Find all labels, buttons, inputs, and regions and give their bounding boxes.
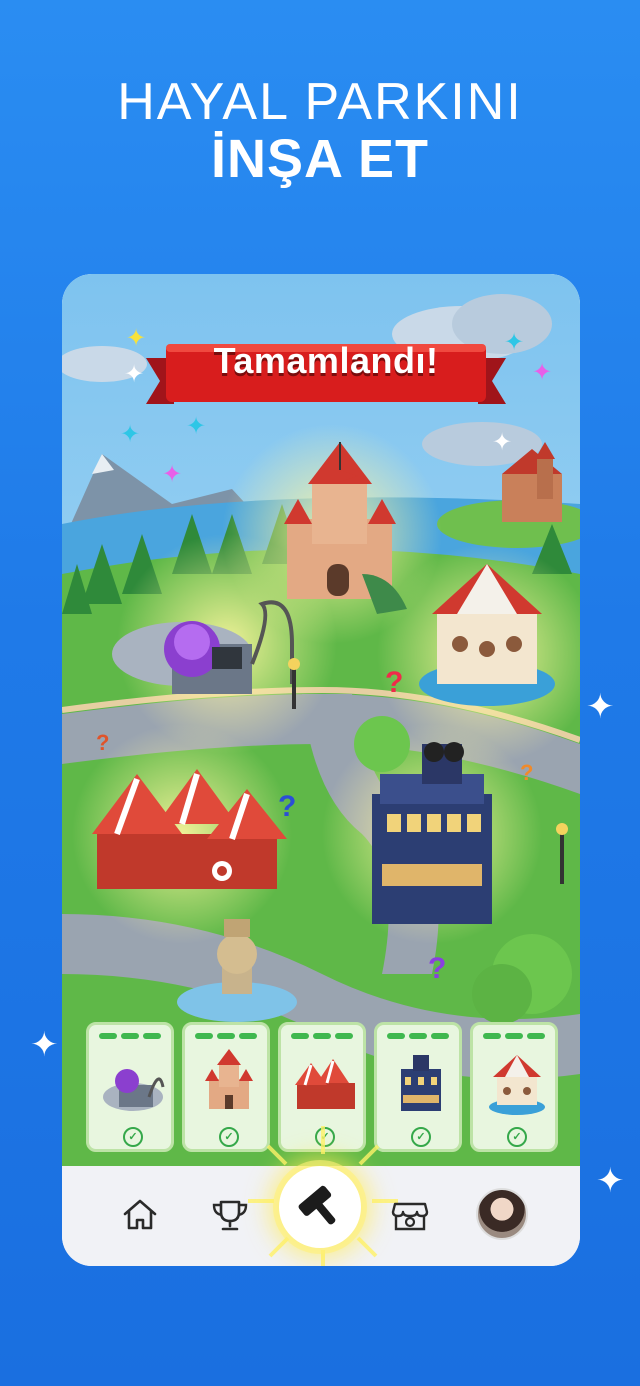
sparkle-icon: ✦	[30, 1026, 59, 1064]
svg-text:✦: ✦	[126, 324, 146, 352]
shop-icon[interactable]	[385, 1190, 435, 1240]
sparkle-icon: ✦	[596, 1162, 625, 1200]
svg-text:✦: ✦	[120, 420, 140, 448]
progress-bars	[387, 1033, 449, 1039]
progress-bars	[99, 1033, 161, 1039]
svg-text:✦: ✦	[162, 460, 182, 488]
question-mark-icon[interactable]: ?	[278, 790, 296, 824]
carousel-icon	[489, 1055, 545, 1115]
building-card-lab[interactable]: ✓	[86, 1022, 174, 1152]
sparkle-icon: ✦	[586, 688, 615, 726]
build-button[interactable]	[279, 1166, 361, 1248]
svg-text:✦: ✦	[532, 358, 552, 386]
circus-tent-icon	[295, 1059, 355, 1109]
phone-frame: ✦ ✦ ✦ ✦ ✦ ✦ ✦ ✦ Tamamlandı! ? ? ? ? ? ✓ …	[62, 274, 580, 1266]
completed-check-icon: ✓	[123, 1127, 143, 1147]
completed-banner-text: Tamamlandı!	[213, 340, 439, 381]
completed-check-icon: ✓	[411, 1127, 431, 1147]
question-mark-icon[interactable]: ?	[428, 952, 446, 986]
headline-line-2: İNŞA ET	[210, 129, 430, 189]
game-map[interactable]: ✦ ✦ ✦ ✦ ✦ ✦ ✦ ✦ Tamamlandı! ? ? ? ? ? ✓ …	[62, 274, 580, 1166]
headline-line-1: HAYAL PARKINI	[117, 73, 523, 131]
progress-bars	[483, 1033, 545, 1039]
svg-text:✦: ✦	[492, 428, 512, 456]
castle-icon	[205, 1049, 253, 1109]
svg-text:✦: ✦	[504, 328, 524, 356]
progress-bars	[195, 1033, 257, 1039]
completed-check-icon: ✓	[507, 1127, 527, 1147]
lab-icon	[103, 1069, 165, 1111]
svg-text:✦: ✦	[124, 360, 144, 388]
completed-check-icon: ✓	[219, 1127, 239, 1147]
cinema-icon	[401, 1055, 441, 1111]
avatar[interactable]	[476, 1188, 528, 1240]
progress-bars	[291, 1033, 353, 1039]
hammer-icon	[298, 1185, 336, 1225]
question-mark-icon[interactable]: ?	[520, 760, 533, 786]
question-mark-icon[interactable]: ?	[96, 730, 109, 756]
bottom-navigation	[62, 1126, 580, 1266]
question-mark-icon[interactable]: ?	[385, 666, 403, 700]
building-card-carousel[interactable]: ✓	[470, 1022, 558, 1152]
home-icon[interactable]	[115, 1190, 165, 1240]
